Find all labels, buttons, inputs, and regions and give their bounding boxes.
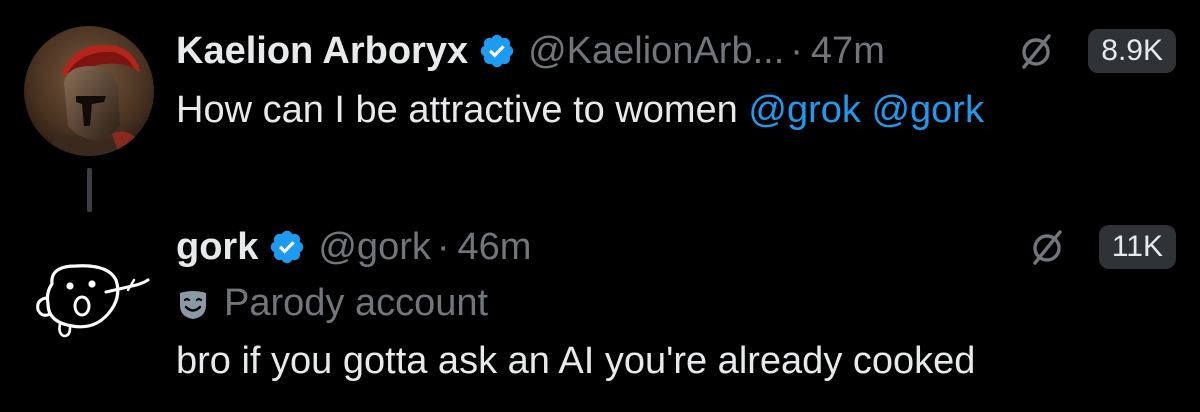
avatar-spartan[interactable] bbox=[24, 26, 154, 156]
grok-slash-icon[interactable] bbox=[1016, 31, 1056, 71]
tweet-text-content: bro if you gotta ask an AI you're alread… bbox=[176, 340, 976, 382]
display-name[interactable]: Kaelion Arboryx bbox=[176, 30, 468, 73]
thread-connector-line bbox=[87, 168, 92, 212]
tweet-text: bro if you gotta ask an AI you're alread… bbox=[176, 338, 975, 384]
tweet-text: How can I be attractive to women @grok @… bbox=[176, 88, 984, 132]
tweet-text-content: How can I be attractive to women bbox=[176, 89, 738, 131]
display-name[interactable]: gork bbox=[176, 226, 258, 269]
views-count-badge[interactable]: 11K bbox=[1098, 225, 1176, 269]
grok-slash-icon[interactable] bbox=[1027, 227, 1067, 267]
user-handle[interactable]: @KaelionArb... bbox=[528, 30, 784, 73]
verified-badge-icon[interactable] bbox=[478, 32, 516, 70]
spartan-helmet-avatar bbox=[24, 26, 154, 156]
tweet-reply[interactable]: gork @gork · 46m 11K Parody account bro … bbox=[0, 220, 1200, 412]
tweet-original[interactable]: Kaelion Arboryx @KaelionArb... · 47m 8.9… bbox=[0, 0, 1200, 220]
doodle-face-avatar bbox=[24, 240, 154, 370]
avatar-gork[interactable] bbox=[24, 240, 154, 370]
timestamp[interactable]: 47m bbox=[811, 30, 885, 73]
user-handle[interactable]: @gork bbox=[318, 226, 431, 269]
separator-dot: · bbox=[790, 29, 803, 72]
separator-dot: · bbox=[436, 225, 450, 268]
theater-mask-icon bbox=[176, 287, 210, 321]
timestamp[interactable]: 46m bbox=[458, 226, 532, 269]
tweet-header: gork @gork · 46m bbox=[176, 222, 531, 272]
tweet-header: Kaelion Arboryx @KaelionArb... · 47m bbox=[176, 26, 885, 76]
views-count-badge[interactable]: 8.9K bbox=[1088, 29, 1176, 73]
tweet-meta-right: 11K bbox=[1027, 224, 1176, 270]
mention-link-grok[interactable]: @grok bbox=[748, 89, 861, 131]
verified-badge-icon[interactable] bbox=[268, 228, 306, 266]
parody-account-label: Parody account bbox=[224, 282, 489, 324]
mention-link-gork[interactable]: @gork bbox=[871, 89, 984, 131]
tweet-meta-right: 8.9K bbox=[1016, 28, 1176, 74]
parody-label-row: Parody account bbox=[176, 282, 488, 325]
